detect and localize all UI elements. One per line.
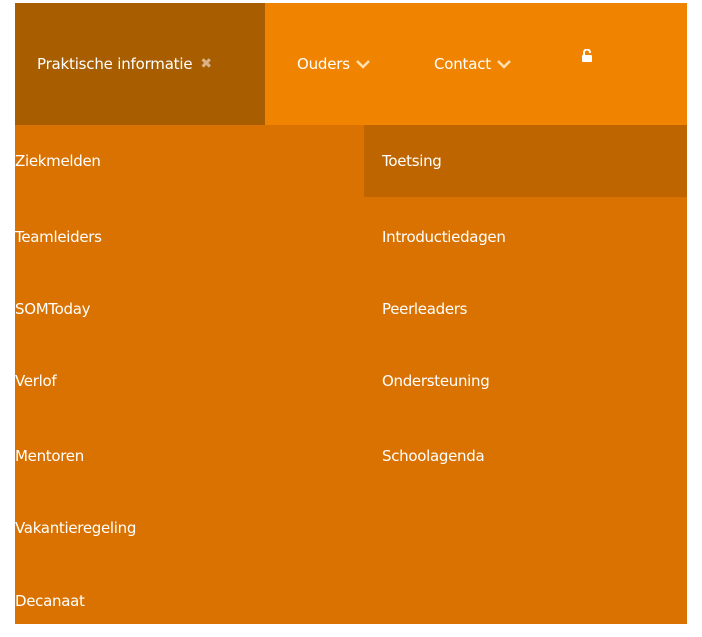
menu-item-mentoren[interactable]: Mentoren bbox=[15, 420, 364, 492]
nav-item-label: Contact bbox=[434, 55, 491, 73]
dropdown-panel: Ziekmelden Teamleiders SOMToday Verlof M… bbox=[15, 125, 687, 624]
nav-item-contact[interactable]: Contact bbox=[434, 3, 511, 125]
menu-item-ziekmelden[interactable]: Ziekmelden bbox=[15, 125, 364, 197]
nav-item-label: Ouders bbox=[297, 55, 350, 73]
menu-item-ondersteuning[interactable]: Ondersteuning bbox=[364, 345, 687, 417]
chevron-down-icon bbox=[355, 59, 370, 69]
unlock-icon bbox=[581, 48, 593, 67]
menu-item-introductiedagen[interactable]: Introductiedagen bbox=[364, 201, 687, 273]
menu-item-verlof[interactable]: Verlof bbox=[15, 345, 364, 417]
close-icon[interactable]: ✖ bbox=[200, 56, 212, 72]
main-navigation: Praktische informatie ✖ Ouders Contact bbox=[15, 3, 687, 125]
header: Praktische informatie ✖ Ouders Contact bbox=[0, 0, 702, 126]
menu-item-decanaat[interactable]: Decanaat bbox=[15, 565, 364, 637]
menu-item-schoolagenda[interactable]: Schoolagenda bbox=[364, 420, 687, 492]
nav-item-praktische-informatie[interactable]: Praktische informatie ✖ bbox=[15, 3, 265, 125]
chevron-down-icon bbox=[497, 59, 511, 69]
nav-item-ouders[interactable]: Ouders bbox=[297, 3, 370, 125]
menu-item-peerleaders[interactable]: Peerleaders bbox=[364, 273, 687, 345]
menu-item-teamleiders[interactable]: Teamleiders bbox=[15, 201, 364, 273]
nav-item-label: Praktische informatie bbox=[37, 55, 193, 73]
menu-item-somtoday[interactable]: SOMToday bbox=[15, 273, 364, 345]
menu-item-vakantieregeling[interactable]: Vakantieregeling bbox=[15, 492, 364, 564]
menu-item-toetsing[interactable]: Toetsing bbox=[364, 125, 687, 197]
login-lock-button[interactable] bbox=[581, 0, 593, 119]
